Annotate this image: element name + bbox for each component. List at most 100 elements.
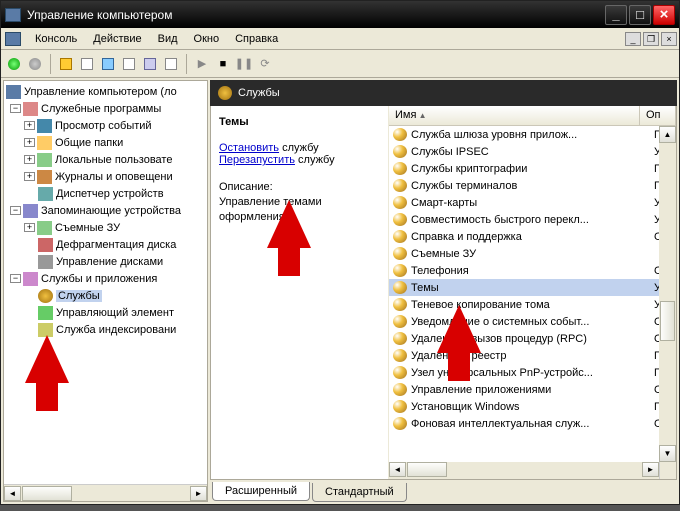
- list-row[interactable]: Управление приложениямиОб: [389, 381, 676, 398]
- expand-icon[interactable]: +: [24, 121, 35, 130]
- scroll-left-button[interactable]: ◄: [389, 462, 406, 477]
- mdi-close-button[interactable]: ×: [661, 32, 677, 46]
- mdi-restore-button[interactable]: ❐: [643, 32, 659, 46]
- tree-root[interactable]: Управление компьютером (ло: [4, 83, 207, 100]
- tree-item-wmi[interactable]: Управляющий элемент: [4, 304, 207, 321]
- scroll-down-button[interactable]: ▼: [659, 445, 676, 462]
- list-row[interactable]: Уведомление о системных событ...От: [389, 313, 676, 330]
- scroll-left-button[interactable]: ◄: [4, 486, 21, 501]
- close-button[interactable]: ×: [653, 5, 675, 25]
- apps-icon: [23, 272, 38, 286]
- expand-icon[interactable]: +: [24, 155, 35, 164]
- tree-hscrollbar[interactable]: ◄ ►: [4, 484, 207, 501]
- tree[interactable]: Управление компьютером (ло −Служебные пр…: [4, 81, 207, 484]
- service-name-cell: Справка и поддержка: [411, 231, 654, 243]
- list-vscrollbar[interactable]: ▲ ▼: [659, 126, 676, 462]
- tree-group-storage[interactable]: −Запоминающие устройства: [4, 202, 207, 219]
- tree-item-perf[interactable]: +Журналы и оповещени: [4, 168, 207, 185]
- list-hscrollbar[interactable]: ◄ ►: [389, 462, 676, 479]
- restart-button[interactable]: ⟳: [256, 55, 274, 73]
- expand-icon[interactable]: +: [24, 223, 35, 232]
- export-button[interactable]: [99, 55, 117, 73]
- list-button[interactable]: [162, 55, 180, 73]
- tree-item-diskmgmt[interactable]: Управление дисками: [4, 253, 207, 270]
- tree-group-tools[interactable]: −Служебные программы: [4, 100, 207, 117]
- tree-item-services[interactable]: Службы: [4, 287, 207, 304]
- tree-group-services[interactable]: −Службы и приложения: [4, 270, 207, 287]
- scroll-track[interactable]: [447, 462, 642, 479]
- menu-view[interactable]: Вид: [150, 30, 186, 48]
- window-title: Управление компьютером: [27, 8, 603, 22]
- collapse-icon[interactable]: −: [10, 104, 21, 113]
- maximize-button[interactable]: □: [629, 5, 651, 25]
- scroll-right-button[interactable]: ►: [190, 486, 207, 501]
- list-row[interactable]: Удаленный вызов процедур (RPC)Об: [389, 330, 676, 347]
- list-row[interactable]: Съемные ЗУ: [389, 245, 676, 262]
- scroll-track[interactable]: [659, 143, 676, 445]
- back-button[interactable]: [5, 55, 23, 73]
- storage-icon: [23, 204, 38, 218]
- pause-button[interactable]: ❚❚: [235, 55, 253, 73]
- properties-button[interactable]: [78, 55, 96, 73]
- stop-button[interactable]: ■: [214, 55, 232, 73]
- list-row[interactable]: Установщик WindowsПо: [389, 398, 676, 415]
- menu-window[interactable]: Окно: [186, 30, 228, 48]
- list-row[interactable]: Смарт-картыУп: [389, 194, 676, 211]
- menu-action[interactable]: Действие: [85, 30, 149, 48]
- list-pane: Имя Оп Служба шлюза уровня прилож...ПоСл…: [389, 106, 676, 479]
- service-icon: [393, 264, 407, 277]
- list-row[interactable]: ТемыУп: [389, 279, 676, 296]
- scroll-right-button[interactable]: ►: [642, 462, 659, 477]
- tree-item-users[interactable]: +Локальные пользовате: [4, 151, 207, 168]
- play-icon: ▶: [198, 57, 206, 70]
- tree-item-removable[interactable]: +Съемные ЗУ: [4, 219, 207, 236]
- refresh-button[interactable]: [120, 55, 138, 73]
- disk-icon: [38, 255, 53, 269]
- start-button[interactable]: ▶: [193, 55, 211, 73]
- tree-item-defrag[interactable]: Дефрагментация диска: [4, 236, 207, 253]
- list-row[interactable]: Службы IPSECУп: [389, 143, 676, 160]
- minimize-button[interactable]: _: [605, 5, 627, 25]
- scroll-thumb[interactable]: [22, 486, 72, 501]
- section-header: Службы: [210, 80, 677, 106]
- tree-item-events[interactable]: +Просмотр событий: [4, 117, 207, 134]
- collapse-icon[interactable]: −: [10, 274, 21, 283]
- list-row[interactable]: Узел универсальных PnP-устройс...Пр: [389, 364, 676, 381]
- expand-icon[interactable]: +: [24, 138, 35, 147]
- tree-item-shared[interactable]: +Общие папки: [4, 134, 207, 151]
- scroll-thumb[interactable]: [407, 462, 447, 477]
- help-button[interactable]: [141, 55, 159, 73]
- restart-line: Перезапустить службу: [219, 154, 380, 166]
- menu-console[interactable]: Консоль: [27, 30, 85, 48]
- service-icon: [393, 128, 407, 141]
- tab-extended[interactable]: Расширенный: [212, 482, 310, 501]
- list-body[interactable]: Служба шлюза уровня прилож...ПоСлужбы IP…: [389, 126, 676, 462]
- list-row[interactable]: Службы терминаловПр: [389, 177, 676, 194]
- list-row[interactable]: Теневое копирование томаУп: [389, 296, 676, 313]
- list-row[interactable]: ТелефонияОб: [389, 262, 676, 279]
- service-name-cell: Совместимость быстрого перекл...: [411, 214, 654, 226]
- col-desc[interactable]: Оп: [640, 106, 676, 125]
- collapse-icon[interactable]: −: [10, 206, 21, 215]
- scroll-up-button[interactable]: ▲: [659, 126, 676, 143]
- list-row[interactable]: Справка и поддержкаОб: [389, 228, 676, 245]
- titlebar[interactable]: Управление компьютером _ □ ×: [1, 1, 679, 28]
- scroll-thumb[interactable]: [660, 301, 675, 341]
- up-button[interactable]: [57, 55, 75, 73]
- forward-button[interactable]: [26, 55, 44, 73]
- restart-link[interactable]: Перезапустить: [219, 154, 295, 166]
- tree-item-devmgr[interactable]: Диспетчер устройств: [4, 185, 207, 202]
- list-row[interactable]: Службы криптографииПр: [389, 160, 676, 177]
- col-name[interactable]: Имя: [389, 106, 640, 125]
- list-row[interactable]: Удаленный реестрПо: [389, 347, 676, 364]
- list-row[interactable]: Совместимость быстрого перекл...Уп: [389, 211, 676, 228]
- stop-link[interactable]: Остановить: [219, 142, 279, 154]
- tab-standard[interactable]: Стандартный: [312, 483, 407, 502]
- menu-help[interactable]: Справка: [227, 30, 286, 48]
- expand-icon[interactable]: +: [24, 172, 35, 181]
- mdi-minimize-button[interactable]: _: [625, 32, 641, 46]
- service-icon: [393, 247, 407, 260]
- list-row[interactable]: Фоновая интеллектуальная служ...Об: [389, 415, 676, 432]
- list-row[interactable]: Служба шлюза уровня прилож...По: [389, 126, 676, 143]
- service-icon: [393, 298, 407, 311]
